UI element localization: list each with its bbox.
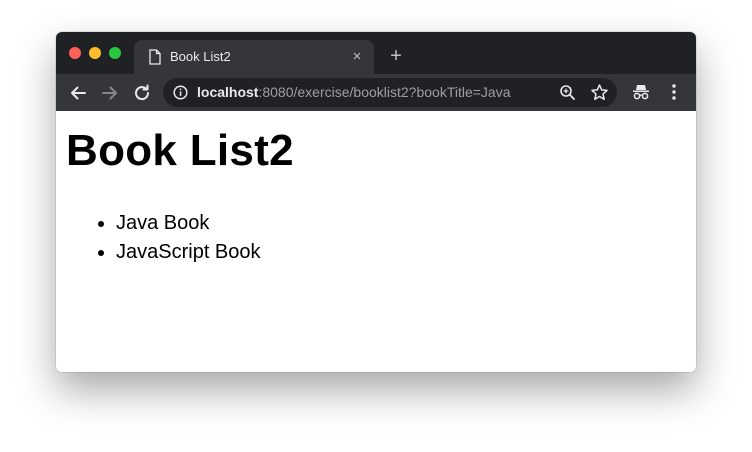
url-host: localhost (197, 84, 259, 100)
address-bar[interactable]: localhost:8080/exercise/booklist2?bookTi… (163, 78, 617, 107)
tab-strip: Book List2 × + (56, 32, 696, 74)
document-icon (149, 49, 161, 65)
tab-close-button[interactable]: × (349, 49, 365, 65)
new-tab-button[interactable]: + (386, 46, 406, 66)
window-minimize-button[interactable] (89, 47, 101, 59)
zoom-icon[interactable] (559, 84, 576, 101)
star-icon[interactable] (590, 83, 609, 102)
back-arrow-icon[interactable] (67, 82, 89, 104)
window-maximize-button[interactable] (109, 47, 121, 59)
menu-icon[interactable] (666, 83, 682, 101)
browser-window: Book List2 × + localhost:8080/exercise/b… (56, 32, 696, 372)
tab-book-list2[interactable]: Book List2 × (134, 40, 374, 74)
tab-title: Book List2 (170, 49, 231, 64)
reload-icon[interactable] (131, 82, 153, 104)
forward-arrow-icon[interactable] (99, 82, 121, 104)
page-content: Book List2 Java Book JavaScript Book (56, 111, 696, 372)
window-close-button[interactable] (69, 47, 81, 59)
url-text[interactable]: localhost:8080/exercise/booklist2?bookTi… (197, 84, 511, 100)
browser-toolbar: localhost:8080/exercise/booklist2?bookTi… (56, 74, 696, 111)
incognito-icon[interactable] (632, 83, 650, 101)
page-title: Book List2 (66, 126, 294, 175)
info-icon[interactable] (173, 85, 188, 100)
list-item: JavaScript Book (116, 238, 261, 267)
list-item: Java Book (116, 209, 261, 238)
url-path: :8080/exercise/booklist2?bookTitle=Java (258, 84, 511, 100)
book-list: Java Book JavaScript Book (78, 209, 261, 267)
